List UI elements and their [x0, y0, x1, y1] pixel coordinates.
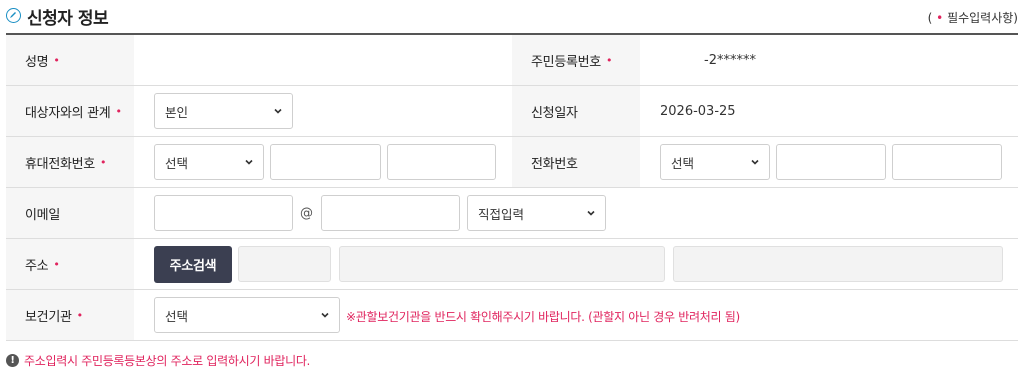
mobile-label: 휴대전화번호 •	[6, 137, 134, 187]
relation-select[interactable]: 본인	[154, 93, 293, 129]
email-local-input[interactable]	[154, 195, 293, 231]
phone-prefix-select[interactable]: 선택	[660, 144, 770, 180]
row-health-center: 보건기관 • 선택 ※관할보건기관을 반드시 확인해주시기 바랍니다. (관할지 …	[6, 290, 1018, 341]
section-title: 신청자 정보	[27, 9, 109, 29]
row-relation-date: 대상자와의 관계 • 본인 신청일자 2026-03-25	[6, 86, 1018, 137]
section-header: 신청자 정보 ( • 필수입력사항)	[6, 4, 1018, 29]
health-center-label: 보건기관 •	[6, 290, 134, 340]
mobile-prefix-select[interactable]: 선택	[154, 144, 264, 180]
phone-last-input[interactable]	[892, 144, 1002, 180]
email-at-sign: @	[300, 206, 313, 221]
name-label: 성명 •	[6, 35, 134, 85]
address-line1-input[interactable]	[339, 246, 665, 282]
address-label: 주소 •	[6, 239, 134, 289]
mobile-last-input[interactable]	[387, 144, 496, 180]
email-domain-select[interactable]: 직접입력	[467, 195, 606, 231]
pencil-icon	[6, 8, 21, 23]
phone-middle-input[interactable]	[776, 144, 886, 180]
rrn-value: -2******	[704, 52, 756, 68]
relation-label: 대상자와의 관계 •	[6, 86, 134, 136]
chevron-down-icon	[245, 159, 253, 165]
email-label: 이메일	[6, 188, 134, 238]
chevron-down-icon	[274, 108, 282, 114]
chevron-down-icon	[751, 159, 759, 165]
email-domain-input[interactable]	[321, 195, 460, 231]
phone-label: 전화번호	[512, 137, 640, 187]
row-phones: 휴대전화번호 • 선택 전화번호 선택	[6, 137, 1018, 188]
apply-date-value: 2026-03-25	[660, 103, 736, 119]
mobile-middle-input[interactable]	[270, 144, 381, 180]
address-search-button[interactable]: 주소검색	[154, 246, 232, 283]
chevron-down-icon	[587, 210, 595, 216]
zip-code-input[interactable]	[238, 246, 331, 282]
rrn-label: 주민등록번호 •	[512, 35, 640, 85]
address-notice: ! 주소입력시 주민등록등본상의 주소로 입력하시기 바랍니다.	[6, 352, 310, 369]
row-email: 이메일 @ 직접입력	[6, 188, 1018, 239]
applicant-form: 성명 • 주민등록번호 • -2****** 대상자와의 관계 • 본인 신청일자 2…	[6, 33, 1018, 341]
address-line2-input[interactable]	[673, 246, 1003, 282]
row-name-rrn: 성명 • 주민등록번호 • -2******	[6, 35, 1018, 86]
info-icon: !	[6, 354, 19, 367]
health-center-notice: ※관할보건기관을 반드시 확인해주시기 바랍니다. (관할지 아닌 경우 반려처…	[346, 310, 740, 324]
apply-date-label: 신청일자	[512, 86, 640, 136]
chevron-down-icon	[321, 312, 329, 318]
health-center-select[interactable]: 선택	[154, 297, 340, 333]
row-address: 주소 • 주소검색	[6, 239, 1018, 290]
required-note: ( • 필수입력사항)	[927, 11, 1018, 25]
